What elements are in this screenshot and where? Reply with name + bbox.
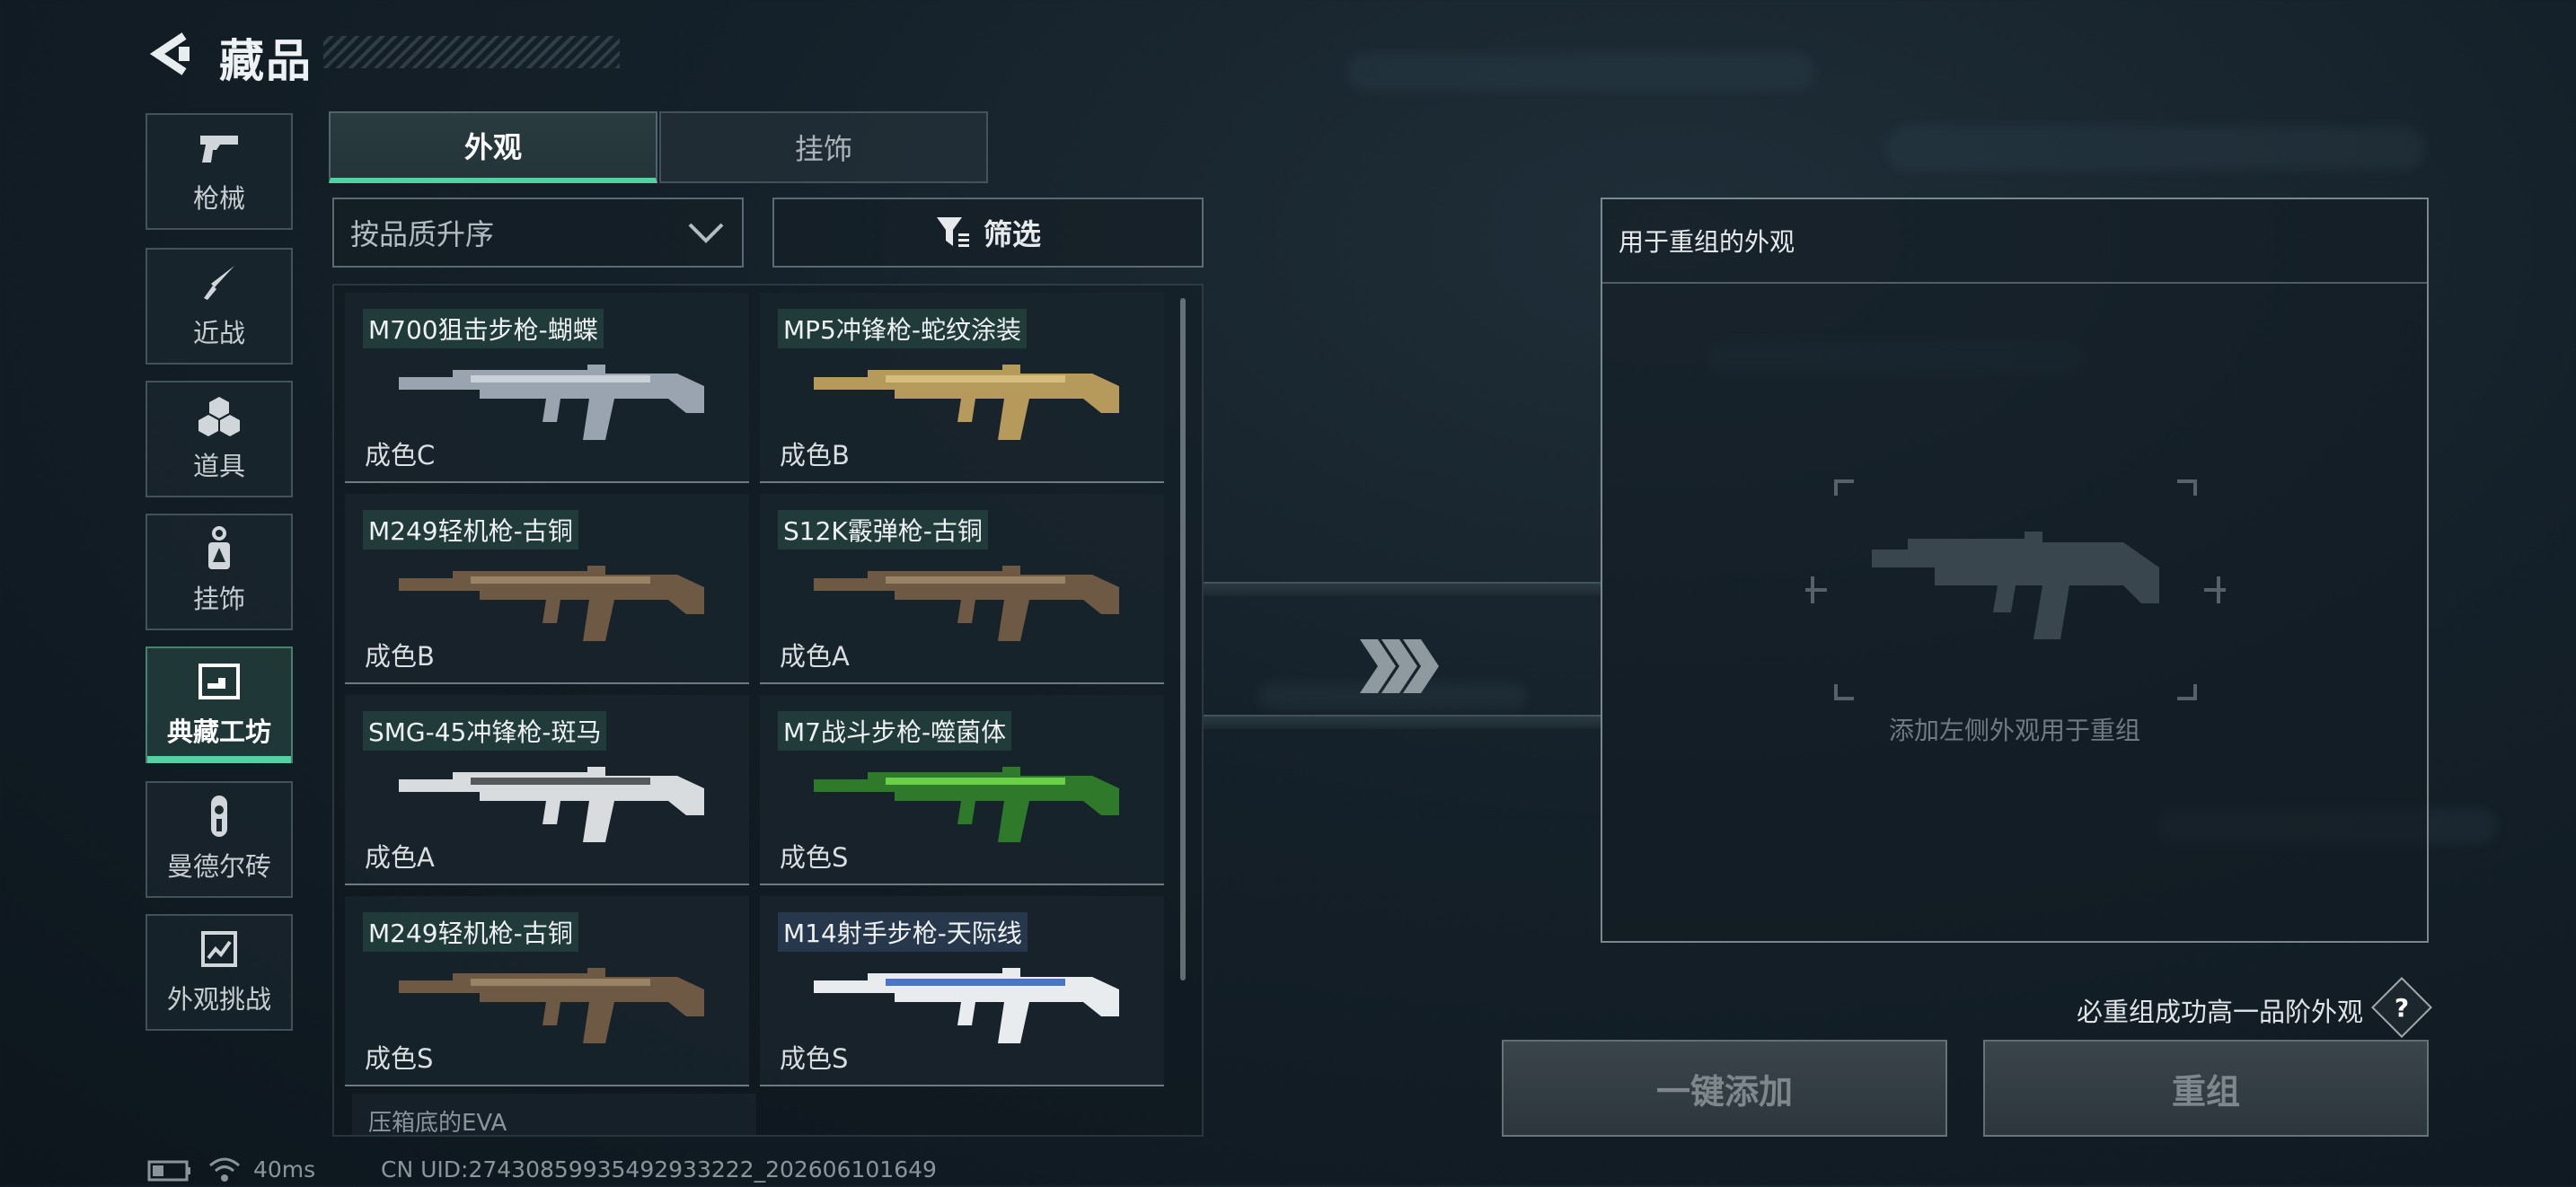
ping-text: 40ms — [253, 1156, 316, 1183]
sidebar-item-workshop[interactable]: 典藏工坊 — [146, 646, 293, 763]
sidebar-item-skin-challenge[interactable]: 外观挑战 — [146, 914, 293, 1031]
filter-label: 筛选 — [983, 217, 1041, 251]
rifle-placeholder-icon — [1805, 479, 2226, 700]
weapon-image — [814, 968, 1119, 1043]
sidebar-item-label: 外观挑战 — [166, 984, 271, 1015]
item-name: SMG-45冲锋枪-斑马 — [363, 711, 607, 751]
weapon-image — [399, 365, 704, 440]
filter-button[interactable]: 筛选 — [772, 198, 1204, 268]
weapon-image — [399, 566, 704, 641]
item-grade: 成色C — [365, 440, 436, 470]
uid-text: CN UID:27430859935492933222_202606101649 — [381, 1156, 937, 1183]
tab-label: 外观 — [463, 130, 522, 164]
item-name: M7战斗步枪-噬菌体 — [778, 711, 1012, 751]
back-arrow-icon — [149, 32, 190, 75]
chevron-down-icon — [688, 223, 724, 243]
weapon-image — [399, 968, 704, 1043]
item-name: 压箱底的EVA — [368, 1110, 507, 1137]
back-button[interactable] — [144, 27, 198, 81]
filter-icon — [936, 217, 969, 247]
connector-line — [1204, 715, 1601, 729]
item-grade: 成色B — [365, 641, 435, 672]
reorg-note: 必重组成功高一品阶外观 — [2077, 997, 2364, 1027]
list-item[interactable]: 压箱底的EVA — [352, 1094, 756, 1137]
keychain-icon — [197, 526, 242, 569]
reorg-panel-title: 用于重组的外观 — [1619, 227, 1795, 257]
item-grade: 成色S — [365, 1043, 434, 1074]
cube-cluster-icon — [197, 395, 242, 436]
item-grade: 成色S — [780, 842, 849, 873]
sidebar-item-label: 典藏工坊 — [166, 717, 271, 747]
add-all-button[interactable]: 一键添加 — [1502, 1040, 1947, 1137]
reorg-hint: 添加左侧外观用于重组 — [1888, 716, 2140, 745]
forward-arrows-icon — [1358, 637, 1441, 699]
add-all-label: 一键添加 — [1655, 1071, 1793, 1112]
sidebar-item-props[interactable]: 道具 — [146, 381, 293, 497]
weapon-image — [814, 365, 1119, 440]
sidebar-item-melee[interactable]: 近战 — [146, 248, 293, 365]
reorg-button[interactable]: 重组 — [1983, 1040, 2429, 1137]
wifi-icon — [207, 1156, 243, 1187]
mandel-brick-icon — [197, 796, 242, 837]
reorg-label: 重组 — [2171, 1071, 2240, 1112]
scrollbar[interactable] — [1180, 298, 1186, 980]
challenge-icon — [197, 928, 242, 970]
tab-charms[interactable]: 挂饰 — [659, 111, 988, 183]
item-grid: M700狙击步枪-蝴蝶 成色C MP5冲锋枪-蛇纹涂装 成色B M249轻机枪-古铜 成色… — [332, 284, 1204, 1137]
tab-label: 挂饰 — [794, 132, 852, 166]
sidebar-item-label: 近战 — [192, 318, 245, 348]
sidebar-item-label: 道具 — [192, 451, 245, 481]
item-name: M14射手步枪-天际线 — [778, 912, 1028, 952]
item-card[interactable]: M7战斗步枪-噬菌体成色S — [760, 695, 1164, 885]
item-card[interactable]: S12K霰弹枪-古铜成色A — [760, 494, 1164, 684]
divider — [1602, 282, 2427, 284]
weapon-image — [814, 767, 1119, 842]
item-grade: 成色B — [780, 440, 850, 470]
tab-appearance[interactable]: 外观 — [329, 111, 657, 183]
sort-dropdown[interactable]: 按品质升序 — [332, 198, 744, 268]
sidebar-item-mandel-brick[interactable]: 曼德尔砖 — [146, 781, 293, 898]
item-name: S12K霰弹枪-古铜 — [778, 510, 988, 550]
item-grade: 成色A — [365, 842, 435, 873]
item-card[interactable]: M14射手步枪-天际线成色S — [760, 896, 1164, 1086]
item-card[interactable]: M700狙击步枪-蝴蝶成色C — [345, 293, 749, 483]
help-button[interactable]: ? — [2371, 977, 2432, 1038]
item-name: MP5冲锋枪-蛇纹涂装 — [778, 309, 1027, 348]
sidebar-item-label: 挂饰 — [192, 584, 245, 614]
sidebar-item-guns[interactable]: 枪械 — [146, 113, 293, 230]
reorg-slot[interactable] — [1800, 478, 2231, 706]
item-grade: 成色S — [780, 1043, 849, 1074]
weapon-image — [814, 566, 1119, 641]
title-decoration — [323, 36, 620, 68]
sidebar-item-label: 曼德尔砖 — [166, 851, 271, 882]
workshop-icon — [197, 661, 242, 702]
help-icon: ? — [2394, 992, 2410, 1023]
item-card[interactable]: M249轻机枪-古铜成色B — [345, 494, 749, 684]
reorg-panel: 用于重组的外观 添加左侧外观用于重组 — [1601, 198, 2429, 943]
item-name: M249轻机枪-古铜 — [363, 912, 578, 952]
item-name: M249轻机枪-古铜 — [363, 510, 578, 550]
sidebar-item-label: 枪械 — [192, 183, 245, 214]
page-title: 藏品 — [219, 35, 313, 87]
sort-label: 按品质升序 — [350, 217, 495, 251]
battery-icon — [147, 1160, 192, 1185]
item-name: M700狙击步枪-蝴蝶 — [363, 309, 604, 348]
sidebar-item-charms[interactable]: 挂饰 — [146, 514, 293, 630]
item-card[interactable]: MP5冲锋枪-蛇纹涂装成色B — [760, 293, 1164, 483]
item-card[interactable]: M249轻机枪-古铜成色S — [345, 896, 749, 1086]
connector-line — [1204, 582, 1601, 596]
item-card[interactable]: SMG-45冲锋枪-斑马成色A — [345, 695, 749, 885]
weapon-image — [399, 767, 704, 842]
item-grade: 成色A — [780, 641, 850, 672]
pistol-icon — [197, 127, 242, 169]
knife-icon — [197, 262, 242, 303]
